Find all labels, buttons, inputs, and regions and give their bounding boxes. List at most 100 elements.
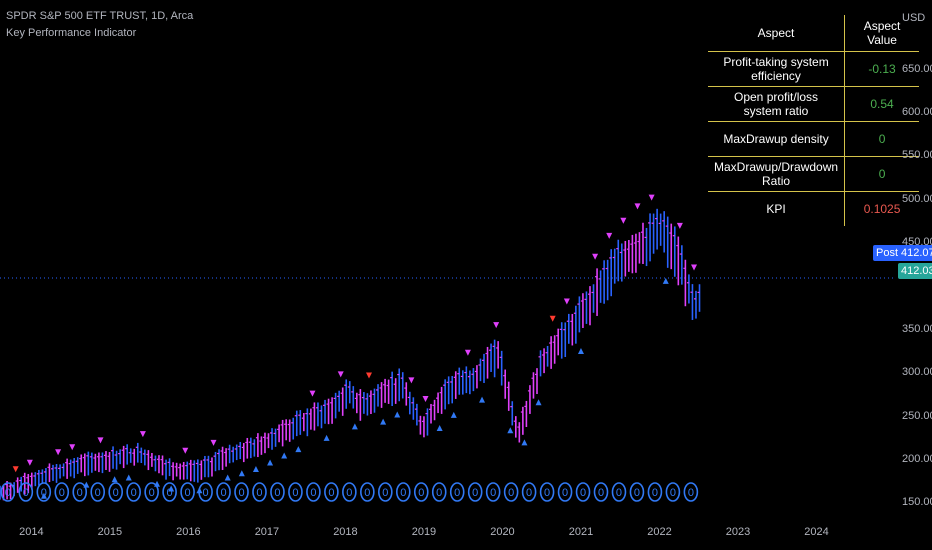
buy-arrow <box>295 446 302 453</box>
zero-marker-label: 0 <box>598 487 604 499</box>
sell-arrow <box>139 431 146 438</box>
zero-marker-label: 0 <box>382 487 388 499</box>
zero-marker-label: 0 <box>490 487 496 499</box>
buy-arrow <box>535 399 542 406</box>
zero-marker-label: 0 <box>77 487 83 499</box>
zero-marker-label: 0 <box>310 487 316 499</box>
zero-marker-label: 0 <box>670 487 676 499</box>
sell-arrow <box>493 322 500 329</box>
sell-arrow <box>12 466 19 473</box>
zero-marker-label: 0 <box>328 487 334 499</box>
y-tick-label: 200.00 <box>902 453 932 465</box>
sell-arrow <box>26 459 33 466</box>
zero-marker-label: 0 <box>23 487 29 499</box>
x-tick-label: 2022 <box>647 526 671 538</box>
sell-arrow <box>55 449 62 456</box>
buy-arrow <box>380 418 387 425</box>
zero-marker-label: 0 <box>562 487 568 499</box>
kpi-table-header: Aspect Aspect Value <box>708 15 920 52</box>
post-label-badge: Post <box>873 245 902 261</box>
zero-marker-label: 0 <box>616 487 622 499</box>
buy-arrow <box>238 470 245 477</box>
zero-marker-label: 0 <box>113 487 119 499</box>
buy-arrow <box>507 427 514 434</box>
zero-marker-label: 0 <box>59 487 65 499</box>
row-aspect: Profit-taking system efficiency <box>708 51 846 87</box>
buy-arrow <box>252 465 259 472</box>
zero-marker-label: 0 <box>167 487 173 499</box>
x-axis: 2014 2015 2016 2017 2018 2019 2020 2021 2022 2023… <box>19 526 829 538</box>
sell-arrow <box>620 217 627 224</box>
y-tick-label: 150.00 <box>902 496 932 508</box>
sell-arrow <box>592 253 599 260</box>
zero-marker-label: 0 <box>544 487 550 499</box>
zero-marker-label: 0 <box>131 487 137 499</box>
zero-marker-label: 0 <box>436 487 442 499</box>
x-tick-label: 2015 <box>98 526 122 538</box>
zero-marker-label: 0 <box>274 487 280 499</box>
col-header-aspect: Aspect <box>708 15 846 52</box>
zero-marker-label: 0 <box>203 487 209 499</box>
zero-marker-label: 0 <box>346 487 352 499</box>
buy-arrow <box>267 459 274 466</box>
table-row: MaxDrawup/Drawdown Ratio 0 <box>708 156 920 192</box>
ohlc-bars <box>0 208 701 501</box>
x-tick-label: 2020 <box>490 526 514 538</box>
zero-marker-label: 0 <box>652 487 658 499</box>
y-tick-label: 300.00 <box>902 366 932 378</box>
y-tick-label: 600.00 <box>902 106 932 118</box>
zero-marker-label: 0 <box>454 487 460 499</box>
zero-marker-label: 0 <box>292 487 298 499</box>
sell-arrow <box>337 371 344 378</box>
zero-marker-label: 0 <box>185 487 191 499</box>
zero-marker-label: 0 <box>418 487 424 499</box>
buy-arrow <box>577 348 584 355</box>
last-price-badge: 412.03 <box>898 263 932 279</box>
zero-marker-label: 0 <box>364 487 370 499</box>
y-tick-label: 550.00 <box>902 149 932 161</box>
buy-arrow <box>281 452 288 459</box>
zero-marker-label: 0 <box>238 487 244 499</box>
sell-arrow <box>210 439 217 446</box>
sell-arrow <box>464 349 471 356</box>
y-tick-label: 650.00 <box>902 63 932 75</box>
buy-arrow <box>521 439 528 446</box>
sell-arrow <box>634 203 641 210</box>
sell-arrow <box>182 447 189 454</box>
buy-arrow <box>125 474 132 481</box>
zero-marker-label: 0 <box>5 487 11 499</box>
buy-arrow <box>479 396 486 403</box>
buy-arrow <box>436 424 443 431</box>
buy-arrow <box>323 434 330 441</box>
x-tick-label: 2018 <box>333 526 357 538</box>
zero-marker-label: 0 <box>472 487 478 499</box>
buy-arrow <box>224 474 231 481</box>
zero-marker-row: 000000000000000000000000000000000000000 <box>0 482 699 502</box>
zero-marker-label: 0 <box>580 487 586 499</box>
buy-arrow <box>111 476 118 483</box>
buy-arrow <box>450 411 457 418</box>
symbol-title: SPDR S&P 500 ETF TRUST, 1D, Arca <box>6 10 194 22</box>
table-row: KPI 0.1025 <box>708 191 919 226</box>
zero-marker-label: 0 <box>634 487 640 499</box>
y-tick-label: 250.00 <box>902 410 932 422</box>
sell-arrow <box>365 372 372 379</box>
zero-marker-label: 0 <box>508 487 514 499</box>
indicator-name: Key Performance Indicator <box>6 27 137 39</box>
zero-marker-label: 0 <box>400 487 406 499</box>
table-row: MaxDrawup density 0 <box>708 121 920 157</box>
x-tick-label: 2019 <box>412 526 436 538</box>
buy-arrow <box>662 277 669 284</box>
sell-arrow <box>648 194 655 201</box>
zero-marker-label: 0 <box>220 487 226 499</box>
sell-arrow <box>563 298 570 305</box>
x-tick-label: 2024 <box>804 526 828 538</box>
x-tick-label: 2014 <box>19 526 43 538</box>
sell-arrow <box>549 315 556 322</box>
buy-arrow <box>351 423 358 430</box>
table-row: Open profit/loss system ratio 0.54 <box>708 86 920 122</box>
zero-marker-label: 0 <box>149 487 155 499</box>
currency-label: USD <box>902 12 926 24</box>
sell-arrow <box>691 264 698 271</box>
x-tick-label: 2023 <box>726 526 750 538</box>
